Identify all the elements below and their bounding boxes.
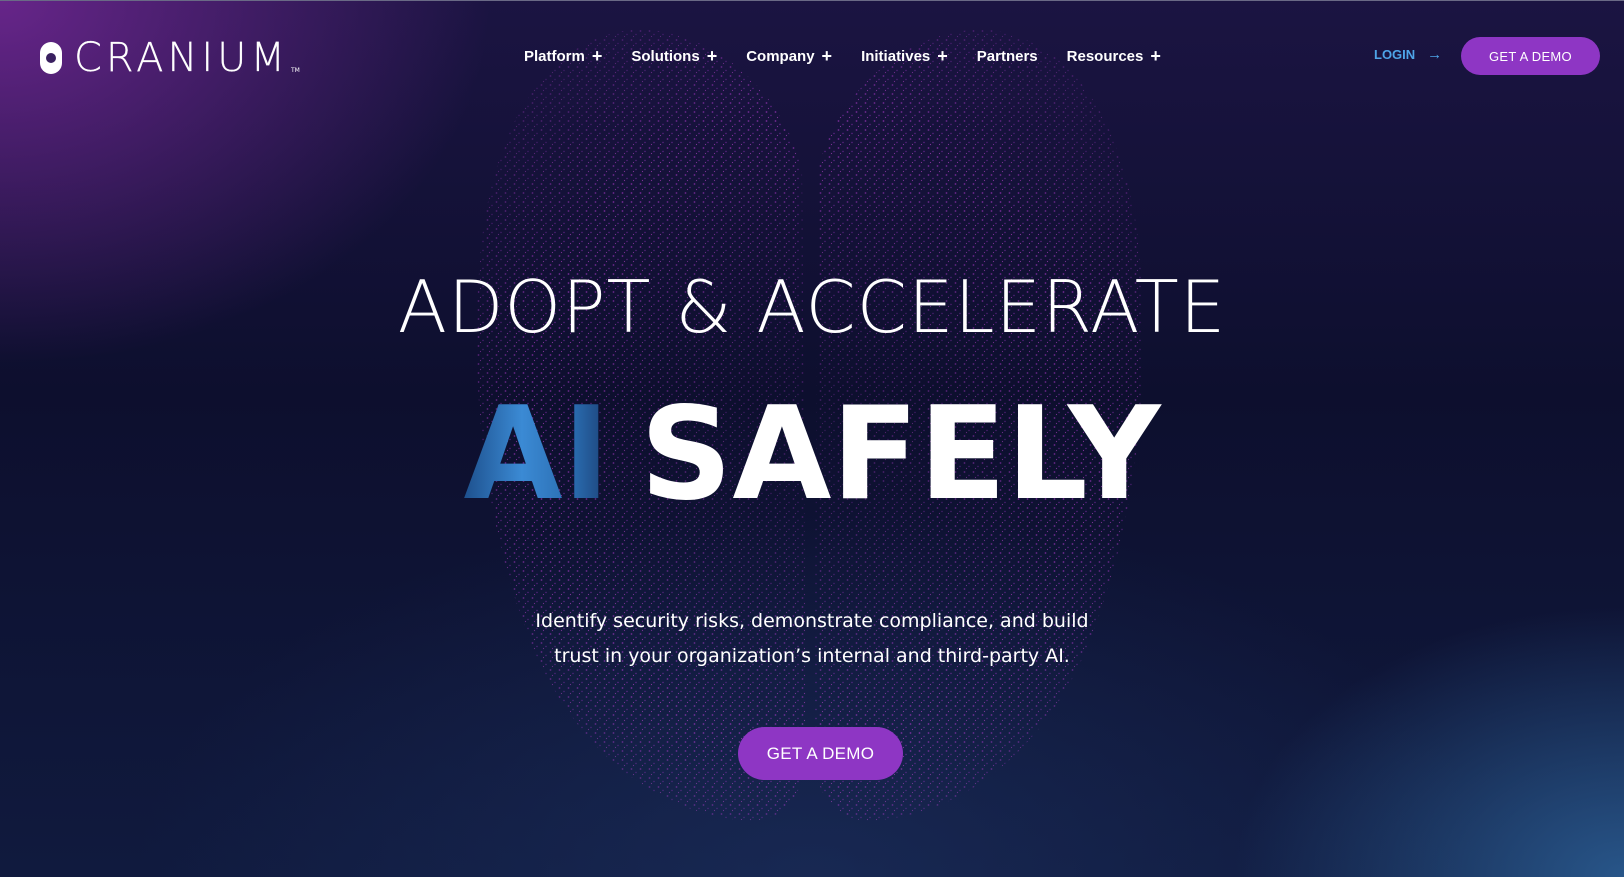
nav-item-label: Platform	[524, 47, 585, 65]
nav-item-resources[interactable]: Resources +	[1066, 46, 1161, 66]
hero-headline-line2: AI SAFELY	[312, 380, 1312, 530]
plus-icon: +	[706, 46, 718, 66]
header-get-demo-button[interactable]: GET A DEMO	[1461, 37, 1600, 75]
main-nav: Platform + Solutions + Company + Initiat…	[524, 44, 1190, 68]
nav-item-label: Initiatives	[861, 47, 931, 65]
login-link[interactable]: LOGIN →	[1374, 46, 1442, 63]
nav-item-partners[interactable]: Partners	[977, 48, 1038, 65]
nav-item-label: Company	[746, 47, 815, 65]
arrow-right-icon: →	[1427, 46, 1443, 63]
logo-wordmark: CRANIUM	[74, 35, 289, 81]
plus-icon: +	[591, 46, 603, 66]
hero-subtitle: Identify security risks, demonstrate com…	[462, 604, 1162, 674]
hero-headline-line1: ADOPT & ACCELERATE	[397, 265, 1227, 349]
plus-icon: +	[937, 46, 948, 66]
nav-item-initiatives[interactable]: Initiatives +	[861, 46, 948, 66]
cranium-logo[interactable]: CRANIUM TM	[40, 38, 330, 78]
hero-headline-safely: SAFELY	[640, 380, 1161, 529]
hero-headline-ai: AI	[463, 380, 611, 529]
nav-item-label: Solutions	[631, 47, 700, 65]
hero-subtitle-line2: trust in your organization’s internal an…	[554, 645, 1070, 667]
nav-item-platform[interactable]: Platform +	[524, 46, 603, 66]
login-label: LOGIN	[1374, 47, 1416, 62]
plus-icon: +	[821, 46, 833, 66]
nav-item-label: Resources	[1066, 47, 1144, 65]
plus-icon: +	[1150, 46, 1161, 66]
top-border	[0, 0, 1624, 1]
nav-item-company[interactable]: Company +	[746, 46, 833, 66]
nav-item-label: Partners	[976, 47, 1038, 65]
trademark-mark: TM	[290, 67, 300, 74]
hero-subtitle-line1: Identify security risks, demonstrate com…	[535, 610, 1089, 632]
hero-get-demo-button[interactable]: GET A DEMO	[738, 727, 903, 780]
cranium-logo-icon	[40, 42, 62, 74]
nav-item-solutions[interactable]: Solutions +	[631, 46, 718, 66]
